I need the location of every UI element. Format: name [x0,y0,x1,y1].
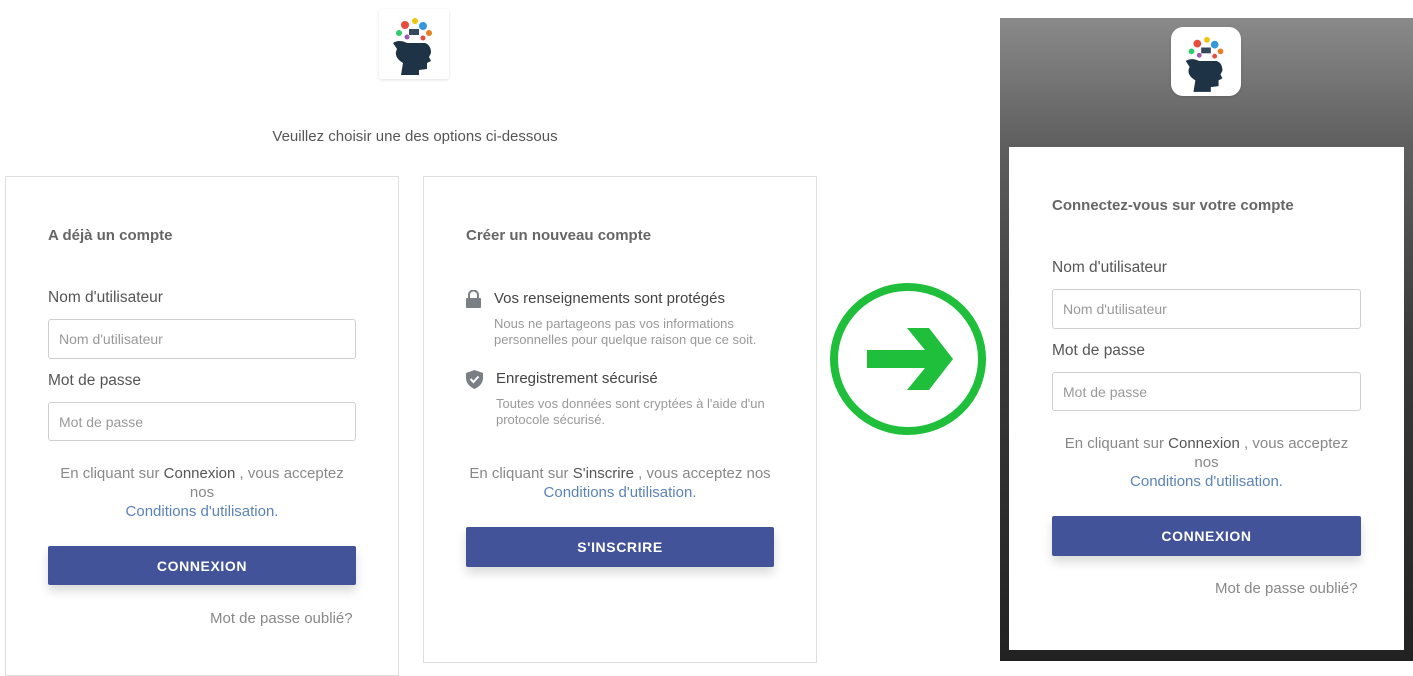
register-card-title: Créer un nouveau compte [466,227,652,244]
terms-link[interactable]: Conditions d'utilisation. [48,502,356,521]
head-ideas-logo-icon [393,18,432,75]
login-terms: En cliquant sur Connexion , vous accepte… [48,464,356,521]
terms-prefix: En cliquant sur [1064,435,1164,452]
feature-desc: Toutes vos données sont cryptées à l'aid… [496,396,765,427]
terms-action: Connexion [1168,435,1240,452]
terms-link[interactable]: Conditions d'utilisation. [466,483,774,502]
arrow-right-circle-icon [830,283,986,435]
terms-action: Connexion [163,465,236,482]
terms-prefix: En cliquant sur [60,465,160,482]
terms-action: S'inscrire [572,465,634,482]
mobile-forgot-password-link[interactable]: Mot de passe oublié? [1215,580,1358,597]
login-card-title: A déjà un compte [48,227,173,244]
lock-icon [466,290,481,308]
head-ideas-logo-icon [1185,36,1224,92]
password-input[interactable] [48,402,356,441]
username-label: Nom d'utilisateur [48,289,163,306]
brand-logo [379,9,449,79]
mobile-terms: En cliquant sur Connexion , vous accepte… [1052,434,1361,491]
password-label: Mot de passe [48,372,142,389]
mobile-login-button[interactable]: CONNEXION [1052,516,1361,556]
terms-link[interactable]: Conditions d'utilisation. [1052,472,1361,491]
shield-check-icon [466,370,483,389]
register-button[interactable]: S'INSCRIRE [466,527,774,567]
login-button[interactable]: CONNEXION [48,546,356,585]
mobile-card-title: Connectez-vous sur votre compte [1052,197,1294,214]
username-input[interactable] [48,319,356,359]
mobile-password-label: Mot de passe [1052,342,1146,359]
terms-prefix: En cliquant sur [469,465,569,482]
feature-desc: Nous ne partageons pas vos informations … [494,316,757,347]
intro-text: Veuillez choisir une des options ci-dess… [272,128,558,145]
mobile-password-input[interactable] [1052,372,1361,411]
mobile-username-label: Nom d'utilisateur [1052,259,1167,276]
feature-title: Vos renseignements sont protégés [494,290,725,307]
feature-title: Enregistrement sécurisé [496,370,658,387]
mobile-username-input[interactable] [1052,289,1361,329]
register-terms: En cliquant sur S'inscrire , vous accept… [466,464,774,502]
forgot-password-link[interactable]: Mot de passe oublié? [210,610,353,627]
terms-suffix: , vous acceptez nos [638,465,771,482]
mobile-brand-logo [1171,27,1241,96]
